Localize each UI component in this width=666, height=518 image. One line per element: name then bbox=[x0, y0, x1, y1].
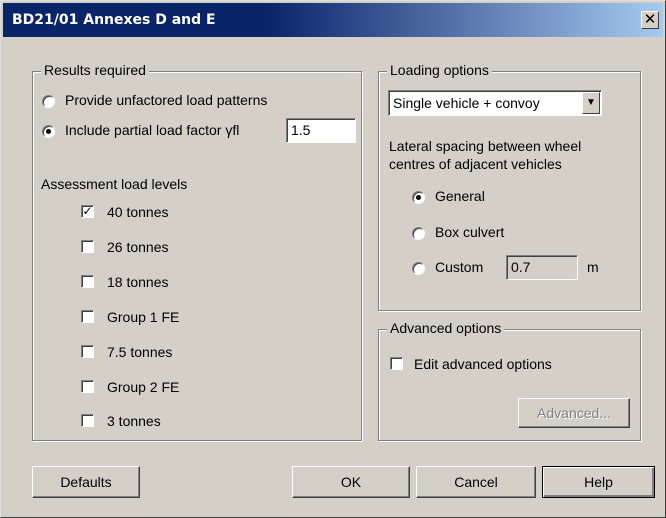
level-group1fe-label: Group 1 FE bbox=[107, 309, 180, 325]
loading-select[interactable]: Single vehicle + convoy ▼ bbox=[388, 90, 602, 116]
dialog-window: BD21/01 Annexes D and E ✕ Results requir… bbox=[0, 0, 666, 518]
spacing-general-label: General bbox=[435, 188, 485, 204]
partial-factor-input[interactable]: 1.5 bbox=[286, 118, 356, 143]
defaults-button[interactable]: Defaults bbox=[32, 466, 140, 498]
unfactored-radio[interactable] bbox=[42, 95, 55, 108]
level-40t-label: 40 tonnes bbox=[107, 204, 169, 220]
title-bar[interactable]: BD21/01 Annexes D and E ✕ bbox=[3, 3, 663, 37]
loading-options-legend: Loading options bbox=[387, 62, 492, 78]
help-button[interactable]: Help bbox=[542, 466, 655, 498]
cancel-button[interactable]: Cancel bbox=[416, 466, 536, 498]
window-title: BD21/01 Annexes D and E bbox=[12, 12, 216, 28]
level-group2fe-checkbox[interactable] bbox=[81, 380, 94, 393]
level-18t-checkbox[interactable] bbox=[81, 275, 94, 288]
spacing-custom-radio[interactable] bbox=[412, 262, 425, 275]
advanced-options-legend: Advanced options bbox=[387, 320, 505, 336]
edit-advanced-label: Edit advanced options bbox=[414, 356, 552, 372]
spacing-label-line2: centres of adjacent vehicles bbox=[389, 156, 562, 172]
level-3t-label: 3 tonnes bbox=[107, 413, 161, 429]
chevron-down-icon[interactable]: ▼ bbox=[582, 92, 600, 114]
advanced-button[interactable]: Advanced... bbox=[518, 398, 630, 428]
level-40t-checkbox[interactable]: ✓ bbox=[81, 205, 94, 218]
level-18t-label: 18 tonnes bbox=[107, 274, 169, 290]
unfactored-label: Provide unfactored load patterns bbox=[65, 92, 268, 108]
level-26t-label: 26 tonnes bbox=[107, 239, 169, 255]
close-icon[interactable]: ✕ bbox=[641, 11, 659, 29]
level-7_5t-checkbox[interactable] bbox=[81, 345, 94, 358]
spacing-label-line1: Lateral spacing between wheel bbox=[389, 138, 582, 154]
custom-spacing-input[interactable]: 0.7 bbox=[506, 255, 578, 280]
spacing-general-radio[interactable] bbox=[412, 191, 425, 204]
spacing-box-culvert-label: Box culvert bbox=[435, 224, 505, 240]
assessment-levels-label: Assessment load levels bbox=[41, 176, 188, 192]
partial-factor-label: Include partial load factor γfl bbox=[65, 122, 240, 138]
results-required-legend: Results required bbox=[41, 62, 149, 78]
ok-button[interactable]: OK bbox=[292, 466, 410, 498]
spacing-box-culvert-radio[interactable] bbox=[412, 227, 425, 240]
edit-advanced-checkbox[interactable] bbox=[390, 357, 403, 370]
level-26t-checkbox[interactable] bbox=[81, 240, 94, 253]
level-3t-checkbox[interactable] bbox=[81, 414, 94, 427]
spacing-custom-label: Custom bbox=[435, 259, 484, 275]
loading-select-value: Single vehicle + convoy bbox=[393, 95, 540, 111]
level-7_5t-label: 7.5 tonnes bbox=[107, 344, 173, 360]
level-group1fe-checkbox[interactable] bbox=[81, 310, 94, 323]
custom-spacing-unit: m bbox=[587, 259, 599, 275]
partial-factor-radio[interactable] bbox=[42, 125, 55, 138]
level-group2fe-label: Group 2 FE bbox=[107, 379, 180, 395]
